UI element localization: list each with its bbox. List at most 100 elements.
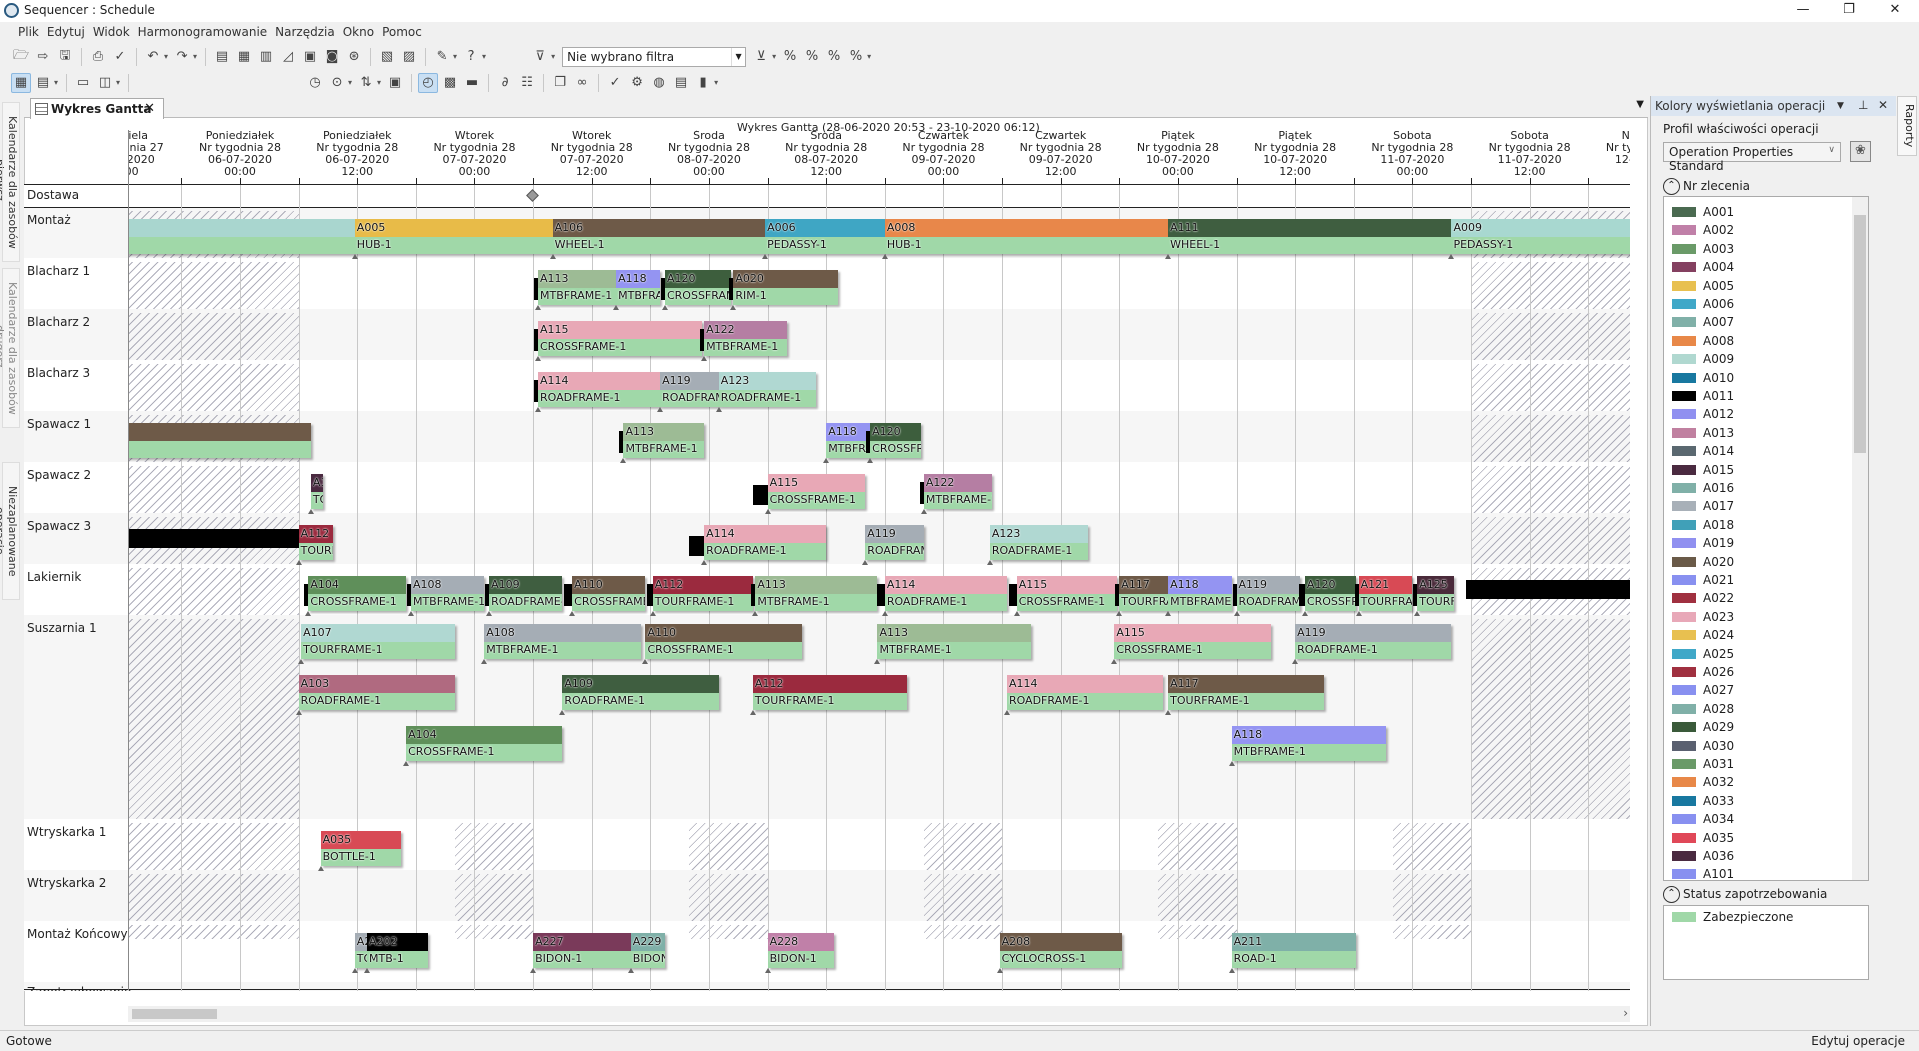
close-tab-icon[interactable]: ✕ [144, 101, 155, 116]
filter-clear-icon[interactable]: ⊽ [530, 47, 550, 67]
operation-bar[interactable]: A208 CYCLOCROSS-1 [999, 933, 1122, 968]
operation-bar[interactable]: A121 TOURFRAME-1 [1358, 576, 1413, 611]
dropdown-arrow-icon[interactable]: ▾ [772, 52, 776, 61]
operation-bar[interactable]: A109 ROADFRAME-1 [562, 675, 719, 710]
operation-bar[interactable]: A122 MTBFRAME-1 [704, 321, 788, 356]
dropdown-arrow-icon[interactable]: ▾ [116, 78, 120, 87]
operation-bar[interactable]: A227 BIDON-1 [533, 933, 631, 968]
operation-bar[interactable]: A118 MTBFRAME-1 [1168, 576, 1232, 611]
operation-bar[interactable]: A104 CROSSFRAME-1 [308, 576, 407, 611]
operation-bar[interactable]: A112 TOURFRAME-1 [652, 576, 753, 611]
operation-bar[interactable]: A115 CROSSFRAME-1 [1114, 624, 1271, 659]
view-6-icon[interactable]: ◙ [322, 47, 342, 67]
operation-bar[interactable]: A211 ROAD-1 [1231, 933, 1357, 968]
operation-bar[interactable]: A117 TOURFRAME-1 [1168, 675, 1325, 710]
tab-reports[interactable]: Raporty [1897, 96, 1917, 156]
operation-bar[interactable]: A115 CROSSFRAME-1 [1016, 576, 1117, 611]
dropdown-arrow-icon[interactable]: ▾ [193, 52, 197, 61]
operation-bar[interactable]: A201 TOUR-1 [354, 933, 367, 968]
operation-bar[interactable]: A119 ROADFRAME-1 [1236, 576, 1301, 611]
dropdown-arrow-icon[interactable]: ▾ [867, 52, 871, 61]
calendar-2-icon[interactable]: ◫ [95, 73, 115, 93]
play-circle-icon[interactable]: ⊙ [327, 73, 347, 93]
operation-bar[interactable]: A118 MTBFRAME-1 [1231, 726, 1386, 761]
scroll-right-icon[interactable]: › [1623, 1006, 1628, 1020]
operation-bar[interactable]: A103 ROADFRAME-1 [298, 675, 455, 710]
globe-icon[interactable]: ◍ [649, 73, 669, 93]
report-1-icon[interactable]: ▧ [377, 47, 397, 67]
grid-2-icon[interactable]: ▤ [33, 73, 53, 93]
dropdown-arrow-icon[interactable]: ▾ [54, 78, 58, 87]
infinity-icon[interactable]: ∞ [572, 73, 592, 93]
horizontal-scrollbar[interactable]: › [128, 1006, 1630, 1022]
save-icon[interactable]: 🖫 [55, 47, 75, 67]
operation-bar[interactable]: A122 MTBFRAME-1 [923, 474, 993, 509]
lock-clock-icon[interactable]: ◴ [418, 72, 439, 93]
link-icon[interactable]: ∂ [495, 73, 515, 93]
bars-icon[interactable]: ▬ [462, 73, 482, 93]
tab-primary-calendars[interactable]: Kalendarze dla zasobów pierwsz. [0, 102, 20, 262]
percent-2-icon[interactable]: % [802, 47, 822, 67]
dropdown-arrow-icon[interactable]: ▾ [714, 78, 718, 87]
menu-edytuj[interactable]: Edytuj [43, 22, 89, 39]
percent-4-icon[interactable]: % [846, 47, 866, 67]
color-palette-button[interactable]: ❀ [1850, 141, 1871, 162]
schedule-icon[interactable]: ☷ [517, 73, 537, 93]
operation-bar[interactable]: A107 TOURFRAME-1 [301, 624, 455, 659]
operation-bar[interactable]: A106 WHEEL-1 [552, 219, 766, 254]
operation-bar[interactable]: A005 HUB-1 [354, 219, 553, 254]
calendar-1-icon[interactable]: ▭ [73, 73, 93, 93]
menu-harmonogramowanie[interactable]: Harmonogramowanie [134, 22, 272, 39]
restore-button[interactable]: ❐ [1826, 0, 1872, 22]
report-2-icon[interactable]: ▨ [399, 47, 419, 67]
operation-bar[interactable]: A123 ROADFRAME-1 [989, 525, 1088, 560]
menu-plik[interactable]: Plik [14, 22, 43, 39]
operation-bar[interactable]: A228 BIDON-1 [767, 933, 834, 968]
operation-bar[interactable]: A123 ROADFRAME-1 [718, 372, 817, 407]
operation-bar[interactable]: A119 ROADFRAME-1 [865, 525, 924, 560]
check-circle-icon[interactable]: ✓ [110, 47, 130, 67]
operation-bar[interactable]: A125 TOURFRAME-1 [1417, 576, 1454, 611]
legend-scrollbar[interactable] [1852, 197, 1868, 880]
operation-bar[interactable]: A202 MTB-1 [367, 933, 429, 968]
operation-bar[interactable]: A118 MTBFRAME-1 [826, 423, 871, 458]
pin-icon[interactable]: ⊥ [1858, 98, 1868, 112]
operation-bar[interactable]: A115 CROSSFRAME-1 [767, 474, 866, 509]
chart-bars-icon[interactable]: ▮ [693, 73, 713, 93]
dropdown-arrow-icon[interactable]: ▾ [377, 78, 381, 87]
operation-bar[interactable]: A113 MTBFRAME-1 [755, 576, 878, 611]
operation-bar[interactable]: A108 MTBFRAME-1 [410, 576, 485, 611]
wrench-icon[interactable]: ✎ [432, 47, 452, 67]
operation-bar[interactable]: A108 MTBFRAME-1 [484, 624, 641, 659]
undo-icon[interactable]: ↶ [143, 47, 163, 67]
operation-bar[interactable]: A120 CROSSFRAME-1 [870, 423, 922, 458]
menu-narzędzia[interactable]: Narzędzia [271, 22, 339, 39]
tab-gantt-chart[interactable]: Wykres Gantta ✕ [30, 98, 164, 119]
tab-secondary-calendars[interactable]: Kalendarze dla zasobów drugorz. [0, 268, 20, 428]
operation-bar[interactable]: A120 CROSSFRAME-1 [664, 270, 731, 305]
percent-1-icon[interactable]: % [780, 47, 800, 67]
view-3-icon[interactable]: ▥ [256, 47, 276, 67]
operation-bar[interactable]: A113 MTBFRAME-1 [537, 270, 617, 305]
operation-bar[interactable]: A119 ROADFRAME-1 [1295, 624, 1452, 659]
order-section-toggle[interactable]: ⌃ Nr zlecenia [1663, 178, 1750, 195]
operation-bar[interactable]: A114 ROADFRAME-1 [704, 525, 827, 560]
tab-list-dropdown-icon[interactable]: ▼ [1636, 99, 1644, 110]
dropdown-arrow-icon[interactable]: ▾ [482, 52, 486, 61]
operation-bar[interactable]: A116 TOURFRAME-1 [310, 474, 324, 509]
operation-bar[interactable]: A114 ROADFRAME-1 [537, 372, 661, 407]
operation-bar[interactable]: A117 TOURFRAME-1 [1119, 576, 1169, 611]
operation-bar[interactable]: A035 BOTTLE-1 [320, 831, 402, 866]
status-section-toggle[interactable]: ⌃ Status zapotrzebowania [1663, 886, 1827, 903]
delivery-marker[interactable] [526, 189, 539, 202]
view-2-icon[interactable]: ▦ [234, 47, 254, 67]
dropdown-arrow-icon[interactable]: ▾ [453, 52, 457, 61]
operation-bar[interactable]: A109 ROADFRAME-1 [489, 576, 563, 611]
operation-bar[interactable]: A229 BIDON-1 [630, 933, 665, 968]
operation-bar[interactable]: A006 PEDASSY-1 [765, 219, 885, 254]
operation-bar[interactable] [128, 219, 355, 254]
panel-close-icon[interactable]: ✕ [1878, 98, 1888, 112]
operation-bar[interactable]: A009 PEDASSY-1 [1451, 219, 1630, 254]
open-folder-icon[interactable]: 🗁 [11, 47, 31, 67]
check-circle-icon[interactable]: ✓ [605, 73, 625, 93]
